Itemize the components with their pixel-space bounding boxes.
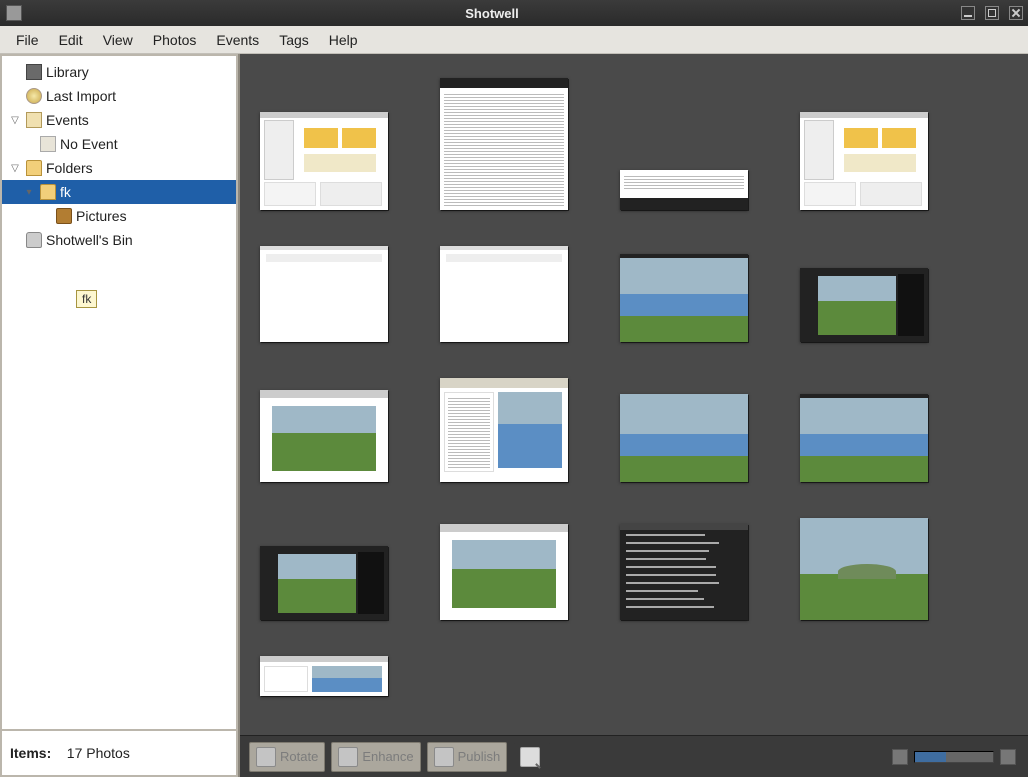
sidebar-item-pictures[interactable]: Pictures: [2, 204, 236, 228]
events-icon: [26, 112, 42, 128]
sidebar-item-library[interactable]: Library: [2, 60, 236, 84]
sidebar-item-last-import[interactable]: Last Import: [2, 84, 236, 108]
zoom-in-icon[interactable]: [1000, 749, 1016, 765]
thumbnail[interactable]: [800, 268, 928, 342]
status-value: 17 Photos: [67, 745, 130, 761]
publish-button[interactable]: Publish: [427, 742, 508, 772]
rotate-label: Rotate: [280, 749, 318, 764]
thumbnail-row: [260, 378, 1008, 482]
enhance-icon: [338, 747, 358, 767]
sidebar-item-fk[interactable]: ▾ fk: [2, 180, 236, 204]
import-icon: [26, 88, 42, 104]
thumbnail[interactable]: [620, 254, 748, 342]
window-title: Shotwell: [28, 6, 956, 21]
thumbnail-row: [260, 246, 1008, 342]
sidebar-item-label: Shotwell's Bin: [46, 232, 133, 248]
search-icon: [520, 747, 540, 767]
sidebar-tree[interactable]: Library Last Import ▽ Events No Event ▽ Folder…: [2, 56, 236, 729]
sidebar-item-folders[interactable]: ▽ Folders: [2, 156, 236, 180]
window-titlebar: Shotwell: [0, 0, 1028, 26]
thumbnail[interactable]: [260, 246, 388, 342]
sidebar-item-label: Events: [46, 112, 89, 128]
thumbnail[interactable]: [620, 394, 748, 482]
rotate-icon: [256, 747, 276, 767]
sidebar-item-events[interactable]: ▽ Events: [2, 108, 236, 132]
thumbnail-grid[interactable]: [240, 54, 1028, 735]
search-button[interactable]: [513, 742, 551, 772]
publish-label: Publish: [458, 749, 501, 764]
rotate-button[interactable]: Rotate: [249, 742, 325, 772]
window-maximize-button[interactable]: [985, 6, 999, 20]
zoom-control: [892, 749, 1016, 765]
publish-icon: [434, 747, 454, 767]
sidebar-item-label: Pictures: [76, 208, 127, 224]
sidebar-item-label: Library: [46, 64, 89, 80]
thumbnail[interactable]: [620, 524, 748, 620]
thumbnail[interactable]: [440, 78, 568, 210]
window-minimize-button[interactable]: [961, 6, 975, 20]
folder-icon: [40, 184, 56, 200]
menu-edit[interactable]: Edit: [49, 28, 93, 52]
thumbnail[interactable]: [800, 112, 928, 210]
folder-icon: [26, 160, 42, 176]
main-area: Library Last Import ▽ Events No Event ▽ Folder…: [0, 54, 1028, 777]
thumbnail-row: [260, 518, 1008, 620]
thumbnail[interactable]: [260, 112, 388, 210]
thumbnail-row: [260, 656, 1008, 696]
sidebar-item-shotwell-s-bin[interactable]: Shotwell's Bin: [2, 228, 236, 252]
menu-file[interactable]: File: [6, 28, 49, 52]
sidebar-item-no-event[interactable]: No Event: [2, 132, 236, 156]
tooltip: fk: [76, 290, 97, 308]
thumbnail[interactable]: [800, 518, 928, 620]
thumbnail[interactable]: [440, 246, 568, 342]
status-label: Items:: [10, 745, 51, 761]
thumbnail-row: [260, 78, 1008, 210]
expander-icon[interactable]: ▾: [22, 187, 36, 198]
thumbnail[interactable]: [260, 390, 388, 482]
enhance-button[interactable]: Enhance: [331, 742, 420, 772]
menu-help[interactable]: Help: [319, 28, 368, 52]
status-bar: Items: 17 Photos: [2, 729, 236, 775]
thumbnail[interactable]: [800, 394, 928, 482]
zoom-slider[interactable]: [914, 751, 994, 763]
zoom-out-icon[interactable]: [892, 749, 908, 765]
window-app-icon: [6, 5, 22, 21]
menu-photos[interactable]: Photos: [143, 28, 207, 52]
enhance-label: Enhance: [362, 749, 413, 764]
menu-tags[interactable]: Tags: [269, 28, 319, 52]
thumbnail[interactable]: [440, 524, 568, 620]
bottom-toolbar: Rotate Enhance Publish: [240, 735, 1028, 777]
menu-view[interactable]: View: [93, 28, 143, 52]
camera-icon: [56, 208, 72, 224]
sidebar: Library Last Import ▽ Events No Event ▽ Folder…: [0, 54, 238, 777]
event-icon: [40, 136, 56, 152]
expander-icon[interactable]: ▽: [8, 115, 22, 126]
thumbnail[interactable]: [620, 170, 748, 210]
content: Rotate Enhance Publish: [238, 54, 1028, 777]
menu-events[interactable]: Events: [206, 28, 269, 52]
expander-icon[interactable]: ▽: [8, 163, 22, 174]
trash-icon: [26, 232, 42, 248]
sidebar-item-label: No Event: [60, 136, 118, 152]
sidebar-item-label: Last Import: [46, 88, 116, 104]
menubar: File Edit View Photos Events Tags Help: [0, 26, 1028, 54]
sidebar-item-label: fk: [60, 184, 71, 200]
thumbnail[interactable]: [440, 378, 568, 482]
lib-icon: [26, 64, 42, 80]
thumbnail[interactable]: [260, 546, 388, 620]
thumbnail[interactable]: [260, 656, 388, 696]
sidebar-item-label: Folders: [46, 160, 93, 176]
window-close-button[interactable]: [1009, 6, 1023, 20]
